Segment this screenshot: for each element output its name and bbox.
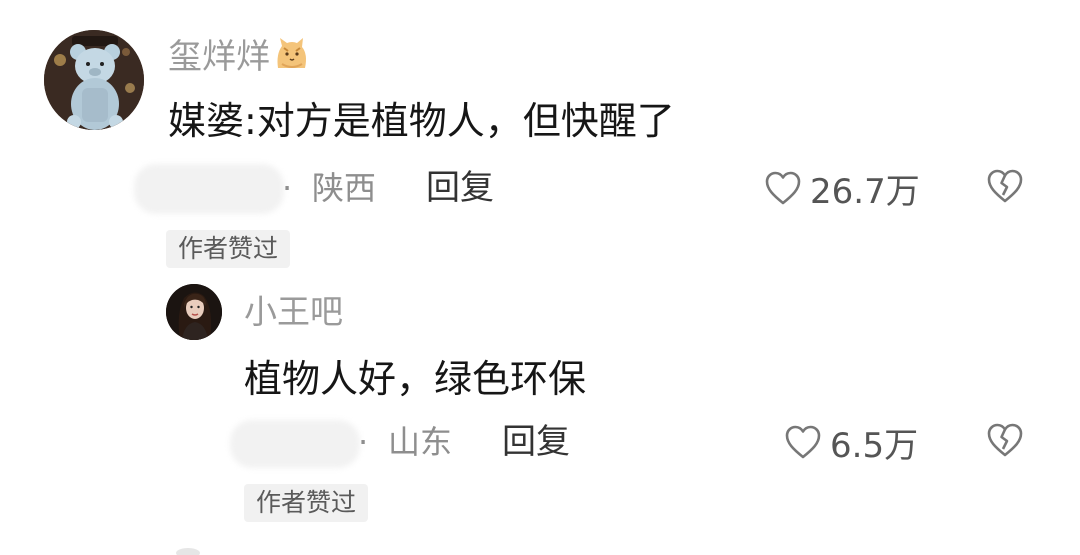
like-button[interactable]: 6.5万 [784,420,919,466]
heart-icon [785,425,821,459]
reply-content: 植物人好，绿色环保 [244,357,587,401]
location-label: 山东 [388,423,453,461]
blurred-time [230,420,360,468]
like-button[interactable]: 26.7万 [764,166,920,212]
dislike-button[interactable] [986,168,1024,208]
author-liked-badge: 作者赞过 [244,484,369,522]
meta-separator: · [282,169,293,207]
comment-content: 媒婆:对方是植物人，但快醒了 [168,99,675,143]
author-liked-badge: 作者赞过 [166,230,291,268]
location-label: 陕西 [312,169,377,207]
meta-separator: · [358,423,369,461]
woman-portrait-avatar-icon [166,284,222,340]
broken-heart-icon [987,423,1023,457]
reply-button[interactable]: 回复 [426,166,494,210]
teddy-bear-avatar-icon [44,30,144,130]
heart-icon [765,171,801,205]
reply-button[interactable]: 回复 [502,420,570,464]
comment-thread: 玺烊烊 媒婆:对方是植物人，但快醒了 · 陕西 回复 26.7万 作者赞过 小王… [0,0,1080,555]
username-text: 玺烊烊 [168,37,270,77]
next-avatar-edge [176,548,200,555]
username[interactable]: 玺烊烊 [168,34,312,85]
reply-avatar[interactable] [166,284,222,340]
blurred-time [134,164,284,214]
like-count: 26.7万 [810,171,920,212]
cat-icon [272,34,312,85]
like-count: 6.5万 [830,425,919,466]
reply-username[interactable]: 小王吧 [244,290,343,334]
avatar[interactable] [44,30,144,130]
dislike-button[interactable] [986,422,1024,462]
broken-heart-icon [987,169,1023,203]
